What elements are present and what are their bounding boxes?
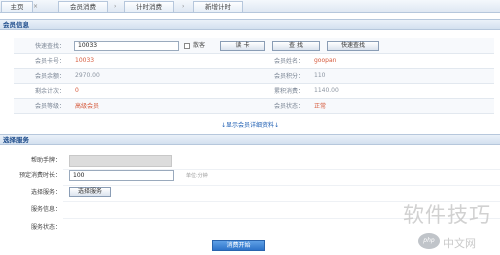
card-number-value: 10033 xyxy=(69,53,253,69)
quick-find-button[interactable]: 快速查找 xyxy=(327,41,379,51)
watermark-site: 中文网 xyxy=(443,237,476,250)
start-consumption-button[interactable]: 消费开始 xyxy=(212,240,265,251)
member-name-value: goopan xyxy=(308,53,494,69)
points-value: 110 xyxy=(308,68,494,84)
stopwatch-input[interactable] xyxy=(69,155,172,167)
tab-close-icon[interactable]: × xyxy=(33,1,38,12)
member-status-label: 会员状态： xyxy=(253,98,308,114)
php-logo-icon: php xyxy=(418,233,440,249)
preset-duration-input[interactable]: 100 xyxy=(69,170,174,181)
tab-timed-consume[interactable]: 计时消费 xyxy=(124,1,174,12)
breadcrumb-tab-bar: 主页 × 会员消费 › 计时消费 › 新增计时 xyxy=(0,0,500,13)
stopwatch-label: 帮助手牌： xyxy=(30,157,61,164)
show-member-detail-link[interactable]: ↓显示会员详细资料↓ xyxy=(0,121,500,131)
watermark-text: 软件技巧 xyxy=(403,203,491,227)
table-row: 会员余额： 2970.00 会员积分： 110 xyxy=(14,68,494,84)
tab-home[interactable]: 主页 xyxy=(1,1,33,12)
balance-label: 会员余额： xyxy=(14,68,69,84)
breadcrumb-arrow-icon: › xyxy=(182,3,185,10)
search-button[interactable]: 查 找 xyxy=(272,41,320,51)
member-level-label: 会员等级： xyxy=(14,98,69,114)
quick-search-input[interactable]: 10033 xyxy=(74,41,179,51)
remaining-count-label: 剩余计次： xyxy=(14,83,69,99)
member-status-value: 正常 xyxy=(308,98,494,114)
total-spent-label: 累积消费： xyxy=(253,83,308,99)
member-level-value: 高级会员 xyxy=(69,98,253,114)
breadcrumb-arrow-icon: › xyxy=(114,3,117,10)
tab-member-consume[interactable]: 会员消费 xyxy=(58,1,108,12)
table-row: 会员等级： 高级会员 会员状态： 正常 xyxy=(14,98,494,114)
remaining-count-value: 0 xyxy=(69,83,253,99)
points-label: 会员积分： xyxy=(253,68,308,84)
duration-unit-label: 单位:分钟 xyxy=(186,173,208,179)
choose-service-button[interactable]: 选择服务 xyxy=(69,187,111,197)
preset-duration-label: 预定消费时长： xyxy=(18,172,61,179)
service-status-label: 服务状态： xyxy=(30,224,61,231)
member-name-label: 会员姓名： xyxy=(253,53,308,69)
total-spent-value: 1140.00 xyxy=(308,83,494,99)
member-info-header: 会员信息 xyxy=(0,19,500,30)
table-row: 会员卡号： 10033 会员姓名： goopan xyxy=(14,53,494,69)
walk-in-checkbox-label: 散客 xyxy=(193,42,206,49)
balance-value: 2970.00 xyxy=(69,68,253,84)
table-row: 剩余计次： 0 累积消费： 1140.00 xyxy=(14,83,494,99)
service-info-label: 服务信息： xyxy=(30,206,61,213)
card-number-label: 会员卡号： xyxy=(14,53,69,69)
choose-service-label: 选择服务： xyxy=(30,189,61,196)
select-service-header: 选择服务 xyxy=(0,134,500,145)
walk-in-checkbox[interactable] xyxy=(184,43,190,49)
quick-search-label: 快速查找： xyxy=(14,38,69,54)
read-card-button[interactable]: 读 卡 xyxy=(220,41,265,51)
tab-new-timing[interactable]: 新增计时 xyxy=(193,1,243,12)
